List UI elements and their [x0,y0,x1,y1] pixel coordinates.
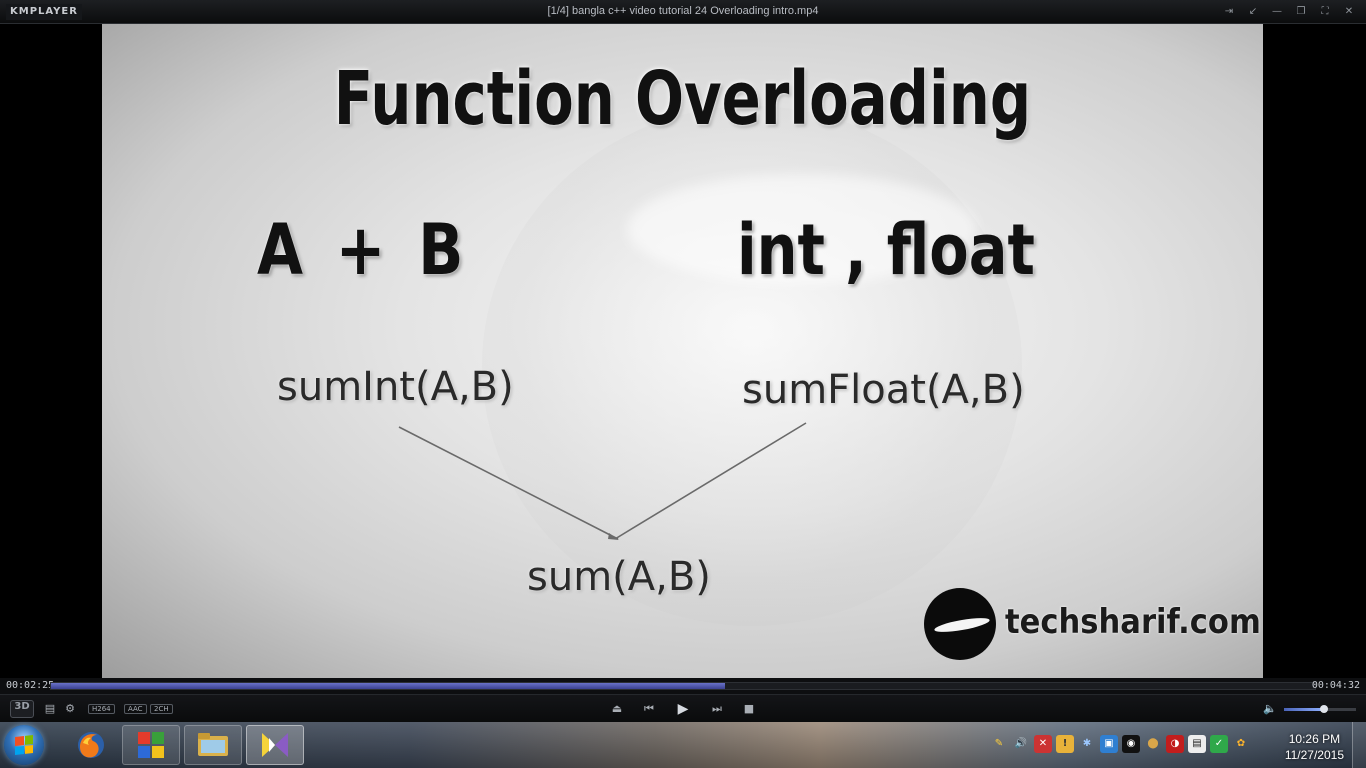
previous-icon[interactable]: ⏮ [640,695,658,723]
current-time: 00:02:25 [6,680,55,691]
clock[interactable]: 10:26 PM 11/27/2015 [1285,731,1344,763]
windows-media-icon[interactable] [122,725,180,765]
next-icon[interactable]: ⏭ [708,695,726,723]
video-frame: Function Overloading A + B int , float s… [102,24,1263,678]
close-icon[interactable]: ✕ [1338,3,1360,20]
codec-audio-badge: AAC [124,704,147,714]
clipboard-icon[interactable]: ▤ [1188,735,1206,753]
codec-video-badge: H264 [88,704,115,714]
start-button[interactable] [4,725,44,765]
lock-icon[interactable]: ◑ [1166,735,1184,753]
settings-icon[interactable]: ⚙ [62,695,78,723]
clock-date: 11/27/2015 [1284,748,1344,762]
speaker-icon[interactable]: 🔈 [1262,695,1278,723]
minimize-icon[interactable]: — [1266,3,1288,20]
eject-icon[interactable]: ⏏ [608,695,626,723]
play-icon[interactable]: ▶ [672,695,694,723]
seek-progress [51,683,725,689]
sound-icon[interactable]: ✿ [1232,735,1250,753]
total-time: 00:04:32 [1311,680,1360,691]
firefox-icon[interactable] [62,725,120,765]
brand-logo-icon [924,588,996,660]
window-controls: ⇥ ↙ — ❐ ⛶ ✕ [1218,3,1360,20]
app-icon[interactable]: ▣ [1100,735,1118,753]
codec-channels-badge: 2CH [150,704,173,714]
control-bar: 3D ▤ ⚙ H264 AAC 2CH ⏏ ⏮ ▶ ⏭ ■ 🔈 [0,694,1366,722]
bluetooth-icon[interactable]: ✱ [1078,735,1096,753]
system-tray: ✎ 🔊 ✕ ! ✱ ▣ ◉ ⬤ ◑ ▤ ✓ ✿ [990,735,1250,755]
seek-row: 00:02:25 00:04:32 [0,678,1366,694]
brand-watermark: techsharif.com [924,584,1261,664]
pin-icon[interactable]: ⇥ [1218,3,1240,20]
flag-icon[interactable]: ! [1056,735,1074,753]
check-icon[interactable]: ✓ [1210,735,1228,753]
show-desktop-button[interactable] [1352,722,1366,768]
volume-fill [1284,708,1324,711]
title-bar[interactable]: KMPLAYER [1/4] bangla c++ video tutorial… [0,0,1366,24]
clock-time: 10:26 PM [1288,732,1341,746]
shrink-icon[interactable]: ↙ [1242,3,1264,20]
kmplayer-icon[interactable] [246,725,304,765]
slide-sum: sum(A,B) [527,554,711,600]
kmplayer-window: KMPLAYER [1/4] bangla c++ video tutorial… [0,0,1366,768]
windows-logo-icon [15,735,33,755]
window-title: [1/4] bangla c++ video tutorial 24 Overl… [547,5,819,17]
camera-icon[interactable]: ◉ [1122,735,1140,753]
volume-knob[interactable] [1319,705,1328,713]
volume-icon[interactable]: 🔊 [1012,735,1030,753]
pen-icon[interactable]: ✎ [990,735,1008,753]
video-area[interactable]: Function Overloading A + B int , float s… [0,24,1366,678]
stop-icon[interactable]: ■ [740,695,758,723]
idm-icon[interactable]: ⬤ [1144,735,1162,753]
fullscreen-icon[interactable]: ⛶ [1314,3,1336,20]
3d-button[interactable]: 3D [10,700,34,718]
playlist-icon[interactable]: ▤ [42,695,58,723]
restore-icon[interactable]: ❐ [1290,3,1312,20]
volume-slider[interactable] [1284,705,1356,713]
network-icon[interactable]: ✕ [1034,735,1052,753]
seek-bar[interactable] [50,682,1316,690]
file-explorer-icon[interactable] [184,725,242,765]
brand-text: techsharif.com [1005,602,1261,642]
windows-taskbar: ✎ 🔊 ✕ ! ✱ ▣ ◉ ⬤ ◑ ▤ ✓ ✿ 10:26 PM 11/27/2… [0,722,1366,768]
